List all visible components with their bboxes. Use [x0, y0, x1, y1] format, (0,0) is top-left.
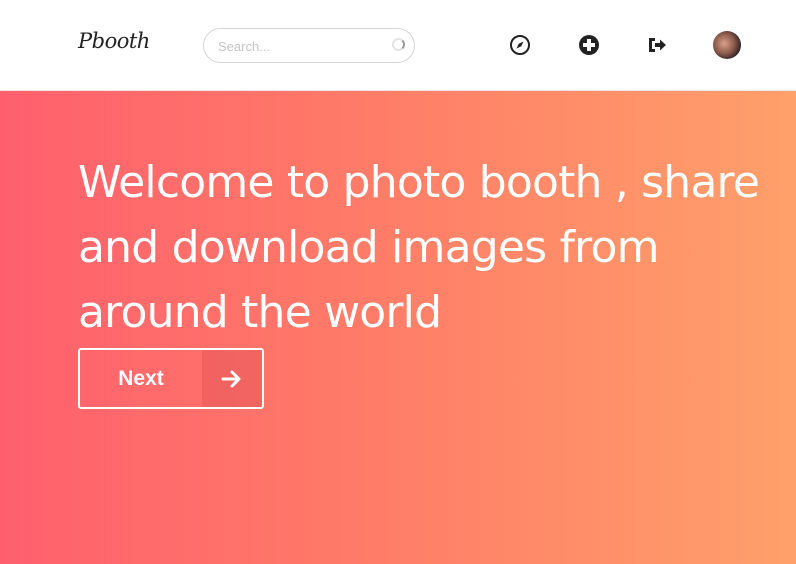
next-button[interactable]: Next	[78, 348, 264, 409]
user-avatar[interactable]	[713, 31, 741, 59]
sign-out-icon[interactable]	[646, 34, 668, 56]
compass-icon[interactable]	[509, 34, 531, 56]
logo[interactable]: Pbooth	[78, 29, 150, 53]
search-box[interactable]	[203, 28, 415, 63]
search-input[interactable]	[218, 37, 378, 55]
hero-headline: Welcome to photo booth , share and downl…	[78, 157, 760, 338]
plus-circle-icon[interactable]	[578, 34, 600, 56]
arrow-right-icon	[202, 350, 262, 407]
next-button-label: Next	[118, 367, 164, 390]
loading-spinner-icon	[392, 38, 405, 51]
navbar: Pbooth	[0, 0, 796, 91]
